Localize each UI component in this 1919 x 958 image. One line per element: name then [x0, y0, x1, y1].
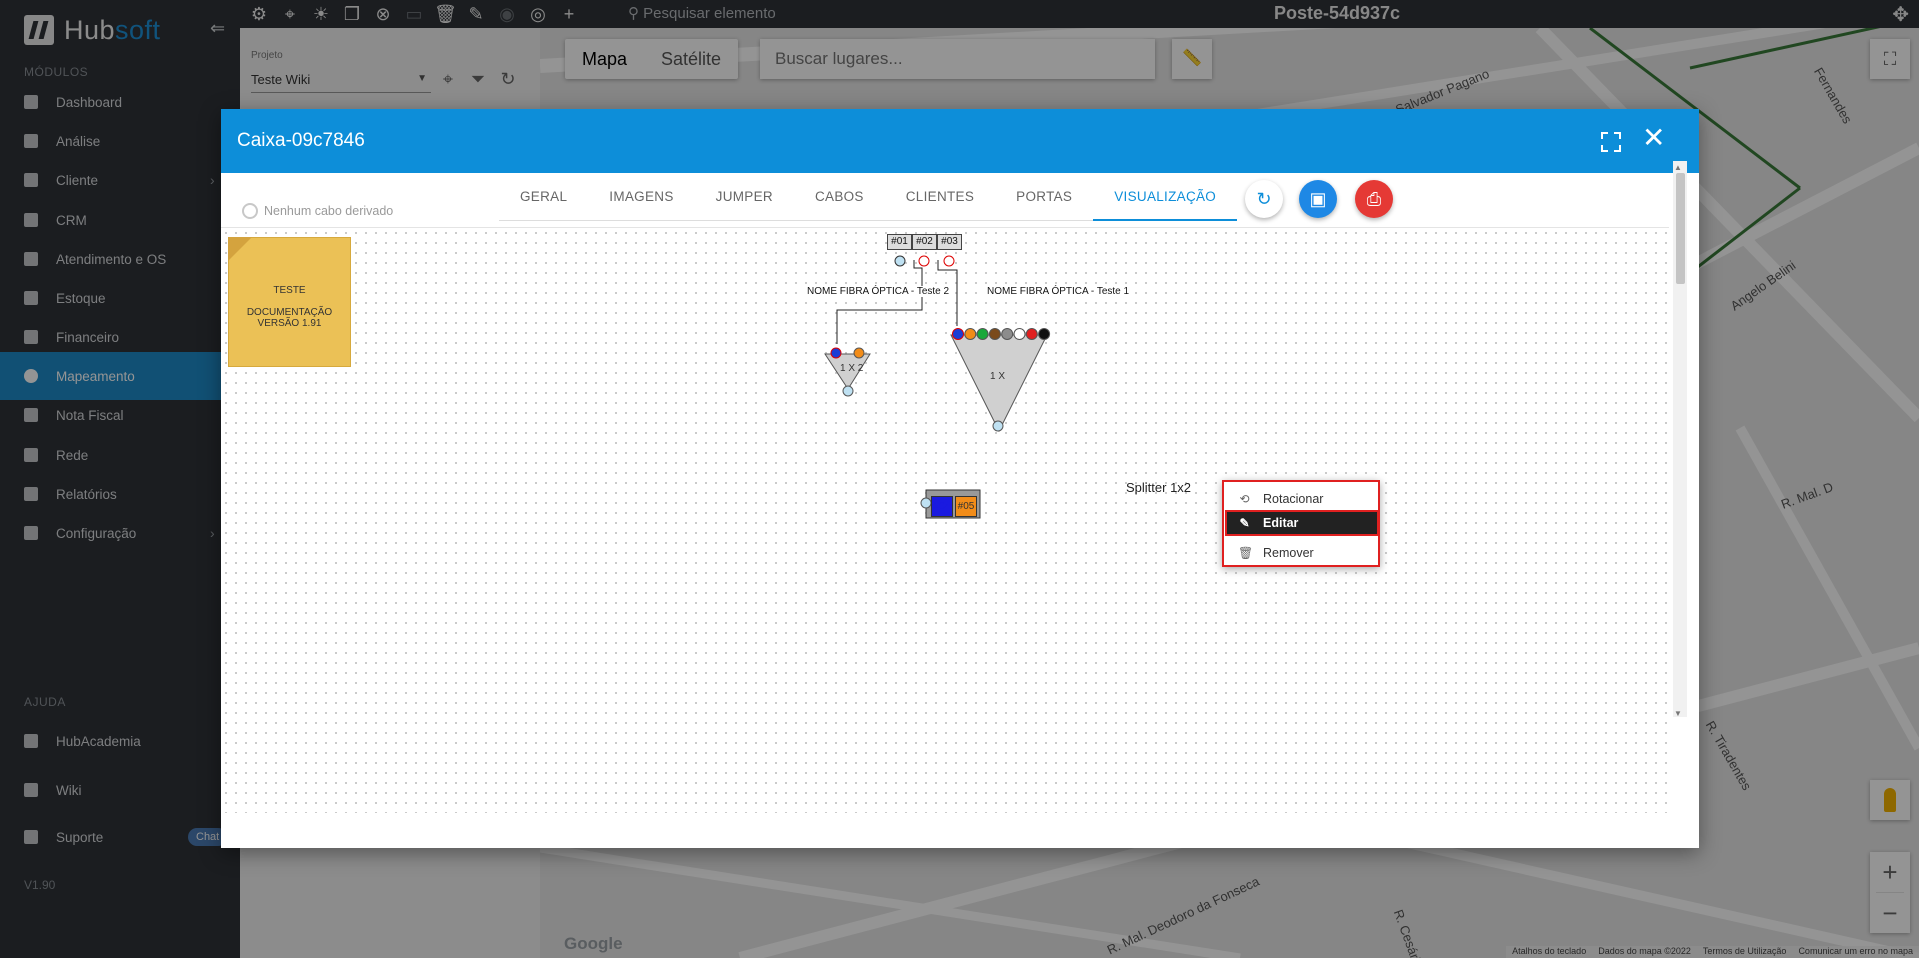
splitter-label: 1 X 2: [840, 363, 864, 374]
fiber-color-dot[interactable]: [1038, 328, 1051, 340]
tab-cabos[interactable]: CABOS: [794, 173, 885, 221]
context-menu: ⟲ Rotacionar ✎ Editar 🗑 Remover: [1222, 480, 1380, 567]
splitter-output: [842, 385, 854, 397]
contact-button[interactable]: ▣: [1299, 180, 1337, 218]
menu-item-remover[interactable]: 🗑 Remover: [1227, 540, 1377, 566]
port-connector: [894, 255, 906, 267]
trash-icon: 🗑: [1238, 545, 1254, 560]
modal-tabs: GERAL IMAGENS JUMPER CABOS CLIENTES PORT…: [499, 173, 1238, 221]
cable-link-icon: [242, 203, 258, 219]
splitter-output: [992, 420, 1004, 432]
splitter-box-title: Splitter 1x2: [1126, 480, 1192, 495]
tab-jumper[interactable]: JUMPER: [695, 173, 794, 221]
modal-header: Caixa-09c7846 ✕: [221, 109, 1699, 173]
fiber-color-dot[interactable]: [952, 328, 964, 340]
menu-item-label: Remover: [1263, 546, 1314, 560]
splitter-port-04[interactable]: #04: [931, 496, 953, 517]
fiber-color-dot[interactable]: [1001, 328, 1014, 340]
fiber-color-dot[interactable]: [976, 328, 989, 340]
refresh-icon: ↻: [1256, 188, 1272, 209]
port-connector: [918, 255, 930, 267]
fiber-color-dot[interactable]: [988, 328, 1001, 340]
modal-title: Caixa-09c7846: [237, 130, 365, 151]
scroll-up-arrow-icon[interactable]: ▲: [1674, 163, 1682, 172]
port-label[interactable]: #01: [887, 234, 912, 250]
scroll-down-arrow-icon[interactable]: ▼: [1674, 709, 1682, 718]
port-label[interactable]: #02: [912, 234, 937, 250]
tab-clientes[interactable]: CLIENTES: [885, 173, 995, 221]
pencil-icon: ✎: [1239, 515, 1250, 530]
menu-item-editar[interactable]: ✎ Editar: [1225, 510, 1379, 536]
splitter-1x8-shape: [950, 334, 1048, 433]
port-label[interactable]: #03: [937, 234, 962, 250]
menu-item-rotacionar[interactable]: ⟲ Rotacionar: [1227, 486, 1377, 512]
fiber-color-dot[interactable]: [1013, 328, 1026, 340]
tab-portas[interactable]: PORTAS: [995, 173, 1093, 221]
expand-icon[interactable]: [1597, 128, 1623, 154]
fiber-label: NOME FIBRA ÓPTICA - Teste 2: [804, 286, 953, 297]
refresh-button[interactable]: ↻: [1245, 180, 1283, 218]
derived-cable-status: Nenhum cabo derivado: [242, 203, 393, 219]
tab-imagens[interactable]: IMAGENS: [588, 173, 694, 221]
fiber-color-dot[interactable]: [964, 328, 977, 340]
fiber-line-teste-2: [836, 260, 923, 344]
derived-cable-text: Nenhum cabo derivado: [264, 204, 394, 218]
splitter-label: 1 X: [990, 371, 1006, 382]
splitter-input: [830, 347, 842, 359]
fiber-label: NOME FIBRA ÓPTICA - Teste 1: [984, 286, 1133, 297]
menu-item-label: Editar: [1263, 516, 1299, 530]
fiber-color-dot[interactable]: [1025, 328, 1038, 340]
fiber-diagram: [824, 255, 1051, 519]
splitter-port-05[interactable]: #05: [955, 496, 977, 517]
visualization-canvas[interactable]: TESTE DOCUMENTAÇÃO VERSÃO 1.91 #01 #02 #…: [221, 227, 1669, 813]
pdf-export-button[interactable]: ⎙: [1355, 180, 1393, 218]
rotate-icon: ⟲: [1239, 491, 1250, 506]
tab-geral[interactable]: GERAL: [499, 173, 588, 221]
menu-item-label: Rotacionar: [1263, 492, 1324, 506]
contact-card-icon: ▣: [1309, 188, 1327, 209]
caixa-modal: Caixa-09c7846 ✕ GERAL IMAGENS JUMPER CAB…: [221, 109, 1699, 848]
splitter-box-input: [920, 497, 932, 509]
tab-visualizacao[interactable]: VISUALIZAÇÃO: [1093, 173, 1238, 221]
splitter-output: [853, 347, 865, 359]
port-connector: [943, 255, 955, 267]
close-icon[interactable]: ✕: [1642, 123, 1665, 153]
pdf-icon: ⎙: [1366, 188, 1382, 209]
modal-scrollbar-thumb[interactable]: [1676, 173, 1685, 284]
